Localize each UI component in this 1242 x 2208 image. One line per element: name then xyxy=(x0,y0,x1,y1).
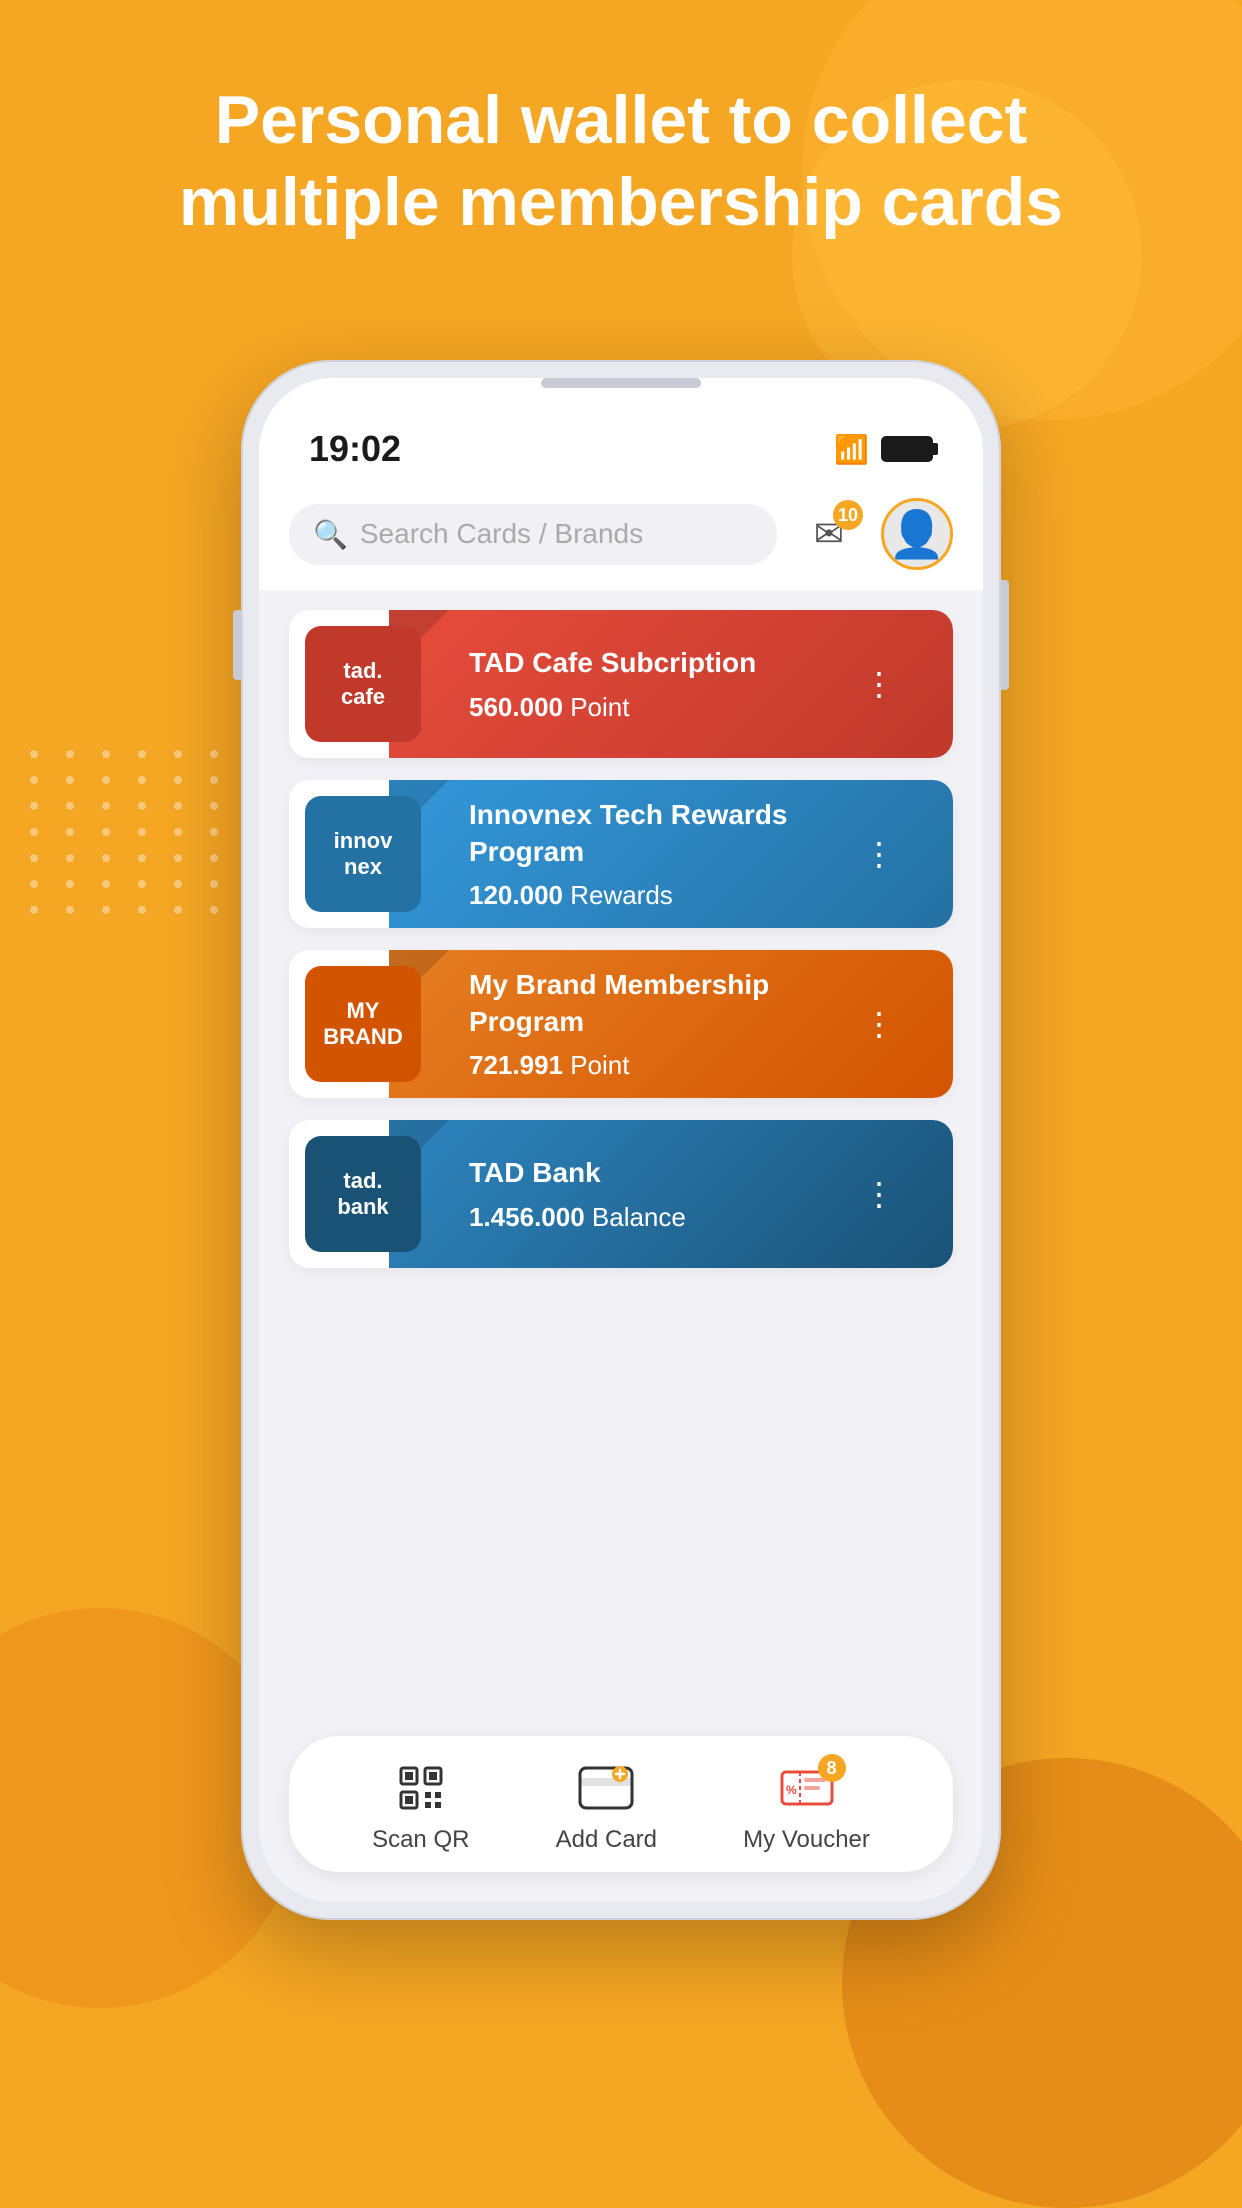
add-card-icon xyxy=(578,1766,634,1810)
card-points-value: 560.000 xyxy=(469,692,563,722)
card-strip: Innovnex Tech Rewards Program 120.000 Re… xyxy=(389,780,953,928)
my-voucher-label: My Voucher xyxy=(743,1826,870,1854)
card-points-value: 721.991 xyxy=(469,1050,563,1080)
wifi-icon: 📶 xyxy=(834,433,869,466)
card-item[interactable]: MYBRAND My Brand Membership Program 721.… xyxy=(289,950,953,1098)
card-info: TAD Bank 1.456.000 Balance xyxy=(469,1155,855,1232)
card-title: My Brand Membership Program xyxy=(469,967,855,1040)
card-points: 120.000 Rewards xyxy=(469,880,855,911)
card-strip: TAD Cafe Subcription 560.000 Point ⋮ xyxy=(389,610,953,758)
power-button xyxy=(1001,580,1009,690)
card-title: TAD Bank xyxy=(469,1155,855,1191)
scan-qr-label: Scan QR xyxy=(372,1826,469,1854)
card-points-value: 120.000 xyxy=(469,880,563,910)
battery-icon xyxy=(881,436,933,462)
status-icons: 📶 xyxy=(834,433,933,466)
brand-logo-text: tad.bank xyxy=(337,1168,388,1221)
card-info: Innovnex Tech Rewards Program 120.000 Re… xyxy=(469,797,855,911)
nav-my-voucher[interactable]: % 8 My Voucher xyxy=(743,1758,870,1854)
card-list: tad.cafe TAD Cafe Subcription 560.000 Po… xyxy=(259,590,983,1736)
phone-mockup: 19:02 📶 🔍 Search Cards / Brands ✉ 10 👤 xyxy=(241,360,1001,1920)
voucher-badge: 8 xyxy=(818,1754,846,1782)
brand-logo-text: MYBRAND xyxy=(323,998,402,1051)
search-bar-row: 🔍 Search Cards / Brands ✉ 10 👤 xyxy=(259,480,983,590)
card-menu-button[interactable]: ⋮ xyxy=(855,1170,903,1218)
phone-notch xyxy=(541,378,701,388)
avatar-button[interactable]: 👤 xyxy=(881,498,953,570)
search-icon: 🔍 xyxy=(313,518,348,551)
card-points: 1.456.000 Balance xyxy=(469,1202,855,1233)
add-card-label: Add Card xyxy=(556,1826,657,1854)
brand-logo: innovnex xyxy=(305,796,421,912)
notifications-button[interactable]: ✉ 10 xyxy=(795,500,863,568)
user-icon: 👤 xyxy=(888,511,945,557)
search-input-wrap[interactable]: 🔍 Search Cards / Brands xyxy=(289,504,777,565)
my-voucher-icon-wrap: % 8 xyxy=(772,1758,842,1818)
card-menu-button[interactable]: ⋮ xyxy=(855,660,903,708)
card-strip: TAD Bank 1.456.000 Balance ⋮ xyxy=(389,1120,953,1268)
card-points: 560.000 Point xyxy=(469,692,855,723)
phone-screen: 19:02 📶 🔍 Search Cards / Brands ✉ 10 👤 xyxy=(259,378,983,1902)
card-title: TAD Cafe Subcription xyxy=(469,645,855,681)
card-item[interactable]: tad.cafe TAD Cafe Subcription 560.000 Po… xyxy=(289,610,953,758)
brand-logo: MYBRAND xyxy=(305,966,421,1082)
card-item[interactable]: tad.bank TAD Bank 1.456.000 Balance ⋮ xyxy=(289,1120,953,1268)
card-info: TAD Cafe Subcription 560.000 Point xyxy=(469,645,855,722)
brand-logo-text: innovnex xyxy=(334,828,393,881)
card-menu-button[interactable]: ⋮ xyxy=(855,1000,903,1048)
add-card-icon-wrap xyxy=(571,1758,641,1818)
hero-title: Personal wallet to collect multiple memb… xyxy=(0,80,1242,243)
bottom-navigation: Scan QR Add Card xyxy=(289,1736,953,1872)
card-points: 721.991 Point xyxy=(469,1050,855,1081)
brand-logo: tad.bank xyxy=(305,1136,421,1252)
brand-logo-text: tad.cafe xyxy=(341,658,385,711)
svg-text:%: % xyxy=(786,1783,797,1797)
card-info: My Brand Membership Program 721.991 Poin… xyxy=(469,967,855,1081)
notifications-badge: 10 xyxy=(833,500,863,530)
scan-qr-icon xyxy=(397,1764,445,1812)
status-time: 19:02 xyxy=(309,428,401,470)
phone-frame: 19:02 📶 🔍 Search Cards / Brands ✉ 10 👤 xyxy=(241,360,1001,1920)
status-bar: 19:02 📶 xyxy=(259,378,983,480)
dots-pattern xyxy=(30,750,228,914)
card-title: Innovnex Tech Rewards Program xyxy=(469,797,855,870)
scan-qr-icon-wrap xyxy=(386,1758,456,1818)
brand-logo: tad.cafe xyxy=(305,626,421,742)
card-strip: My Brand Membership Program 721.991 Poin… xyxy=(389,950,953,1098)
volume-button xyxy=(233,610,241,680)
nav-add-card[interactable]: Add Card xyxy=(556,1758,657,1854)
search-placeholder: Search Cards / Brands xyxy=(360,518,643,550)
card-points-value: 1.456.000 xyxy=(469,1202,585,1232)
nav-scan-qr[interactable]: Scan QR xyxy=(372,1758,469,1854)
card-item[interactable]: innovnex Innovnex Tech Rewards Program 1… xyxy=(289,780,953,928)
card-menu-button[interactable]: ⋮ xyxy=(855,830,903,878)
